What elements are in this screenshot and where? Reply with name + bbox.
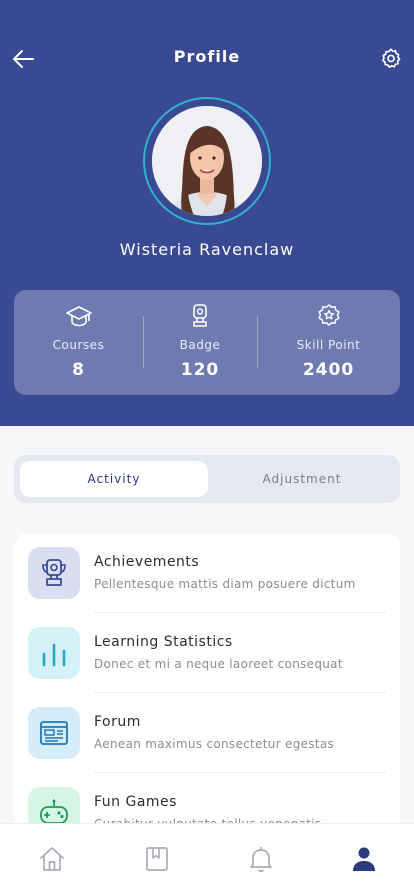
item-subtitle: Donec et mi a neque laoreet consequat [94,657,343,671]
list-item-achievements[interactable]: Achievements Pellentesque mattis diam po… [14,533,400,613]
nav-bookmark[interactable] [142,844,172,874]
stat-badge[interactable]: Badge 120 [143,290,257,395]
item-subtitle: Aenean maximus consectetur egestas [94,737,335,751]
avatar[interactable] [152,106,262,216]
stat-value: 120 [180,360,220,380]
stat-label: Courses [52,338,105,352]
stat-value: 8 [72,360,85,380]
item-subtitle: Pellentesque mattis diam posuere dictum [94,577,356,591]
item-title: Forum [94,714,141,730]
tab-adjustment[interactable]: Adjustment [208,461,396,497]
tab-activity[interactable]: Activity [20,461,208,497]
home-icon [40,847,64,871]
bell-icon [250,847,272,873]
nav-profile[interactable] [349,844,379,874]
nav-home[interactable] [37,844,67,874]
item-title: Fun Games [94,794,177,810]
bar-chart-icon [42,643,66,667]
bottom-nav [0,823,414,896]
item-icon-box [28,547,80,599]
profile-header: Profile Wisteria Ravenclaw Courses 8 Bad… [0,0,414,426]
trophy-icon [193,304,207,327]
stat-value: 2400 [302,360,355,380]
user-icon [353,847,375,871]
trophy-icon [42,559,66,586]
stat-skill-point[interactable]: Skill Point 2400 [257,290,400,395]
stat-label: Badge [179,338,221,352]
list-item-learning-statistics[interactable]: Learning Statistics Donec et mi a neque … [14,613,400,693]
nav-notifications[interactable] [246,844,276,874]
stat-label: Skill Point [296,338,361,352]
list-item-forum[interactable]: Forum Aenean maximus consectetur egestas [14,693,400,773]
profile-name: Wisteria Ravenclaw [119,240,295,259]
bookmark-icon [146,847,168,871]
item-icon-box [28,707,80,759]
page-title: Profile [173,47,241,66]
settings-button[interactable] [380,47,402,69]
browser-window-icon [40,721,68,745]
item-title: Achievements [94,554,200,570]
gear-icon [382,48,401,68]
stat-courses[interactable]: Courses 8 [14,290,143,395]
star-badge-icon [317,304,340,326]
item-title: Learning Statistics [94,634,233,650]
avatar-photo [152,106,262,216]
item-icon-box [28,627,80,679]
graduation-cap-icon [65,306,92,327]
stats-card: Courses 8 Badge 120 Skill Point 2400 [14,290,400,395]
tab-bar: Activity Adjustment [14,455,400,503]
